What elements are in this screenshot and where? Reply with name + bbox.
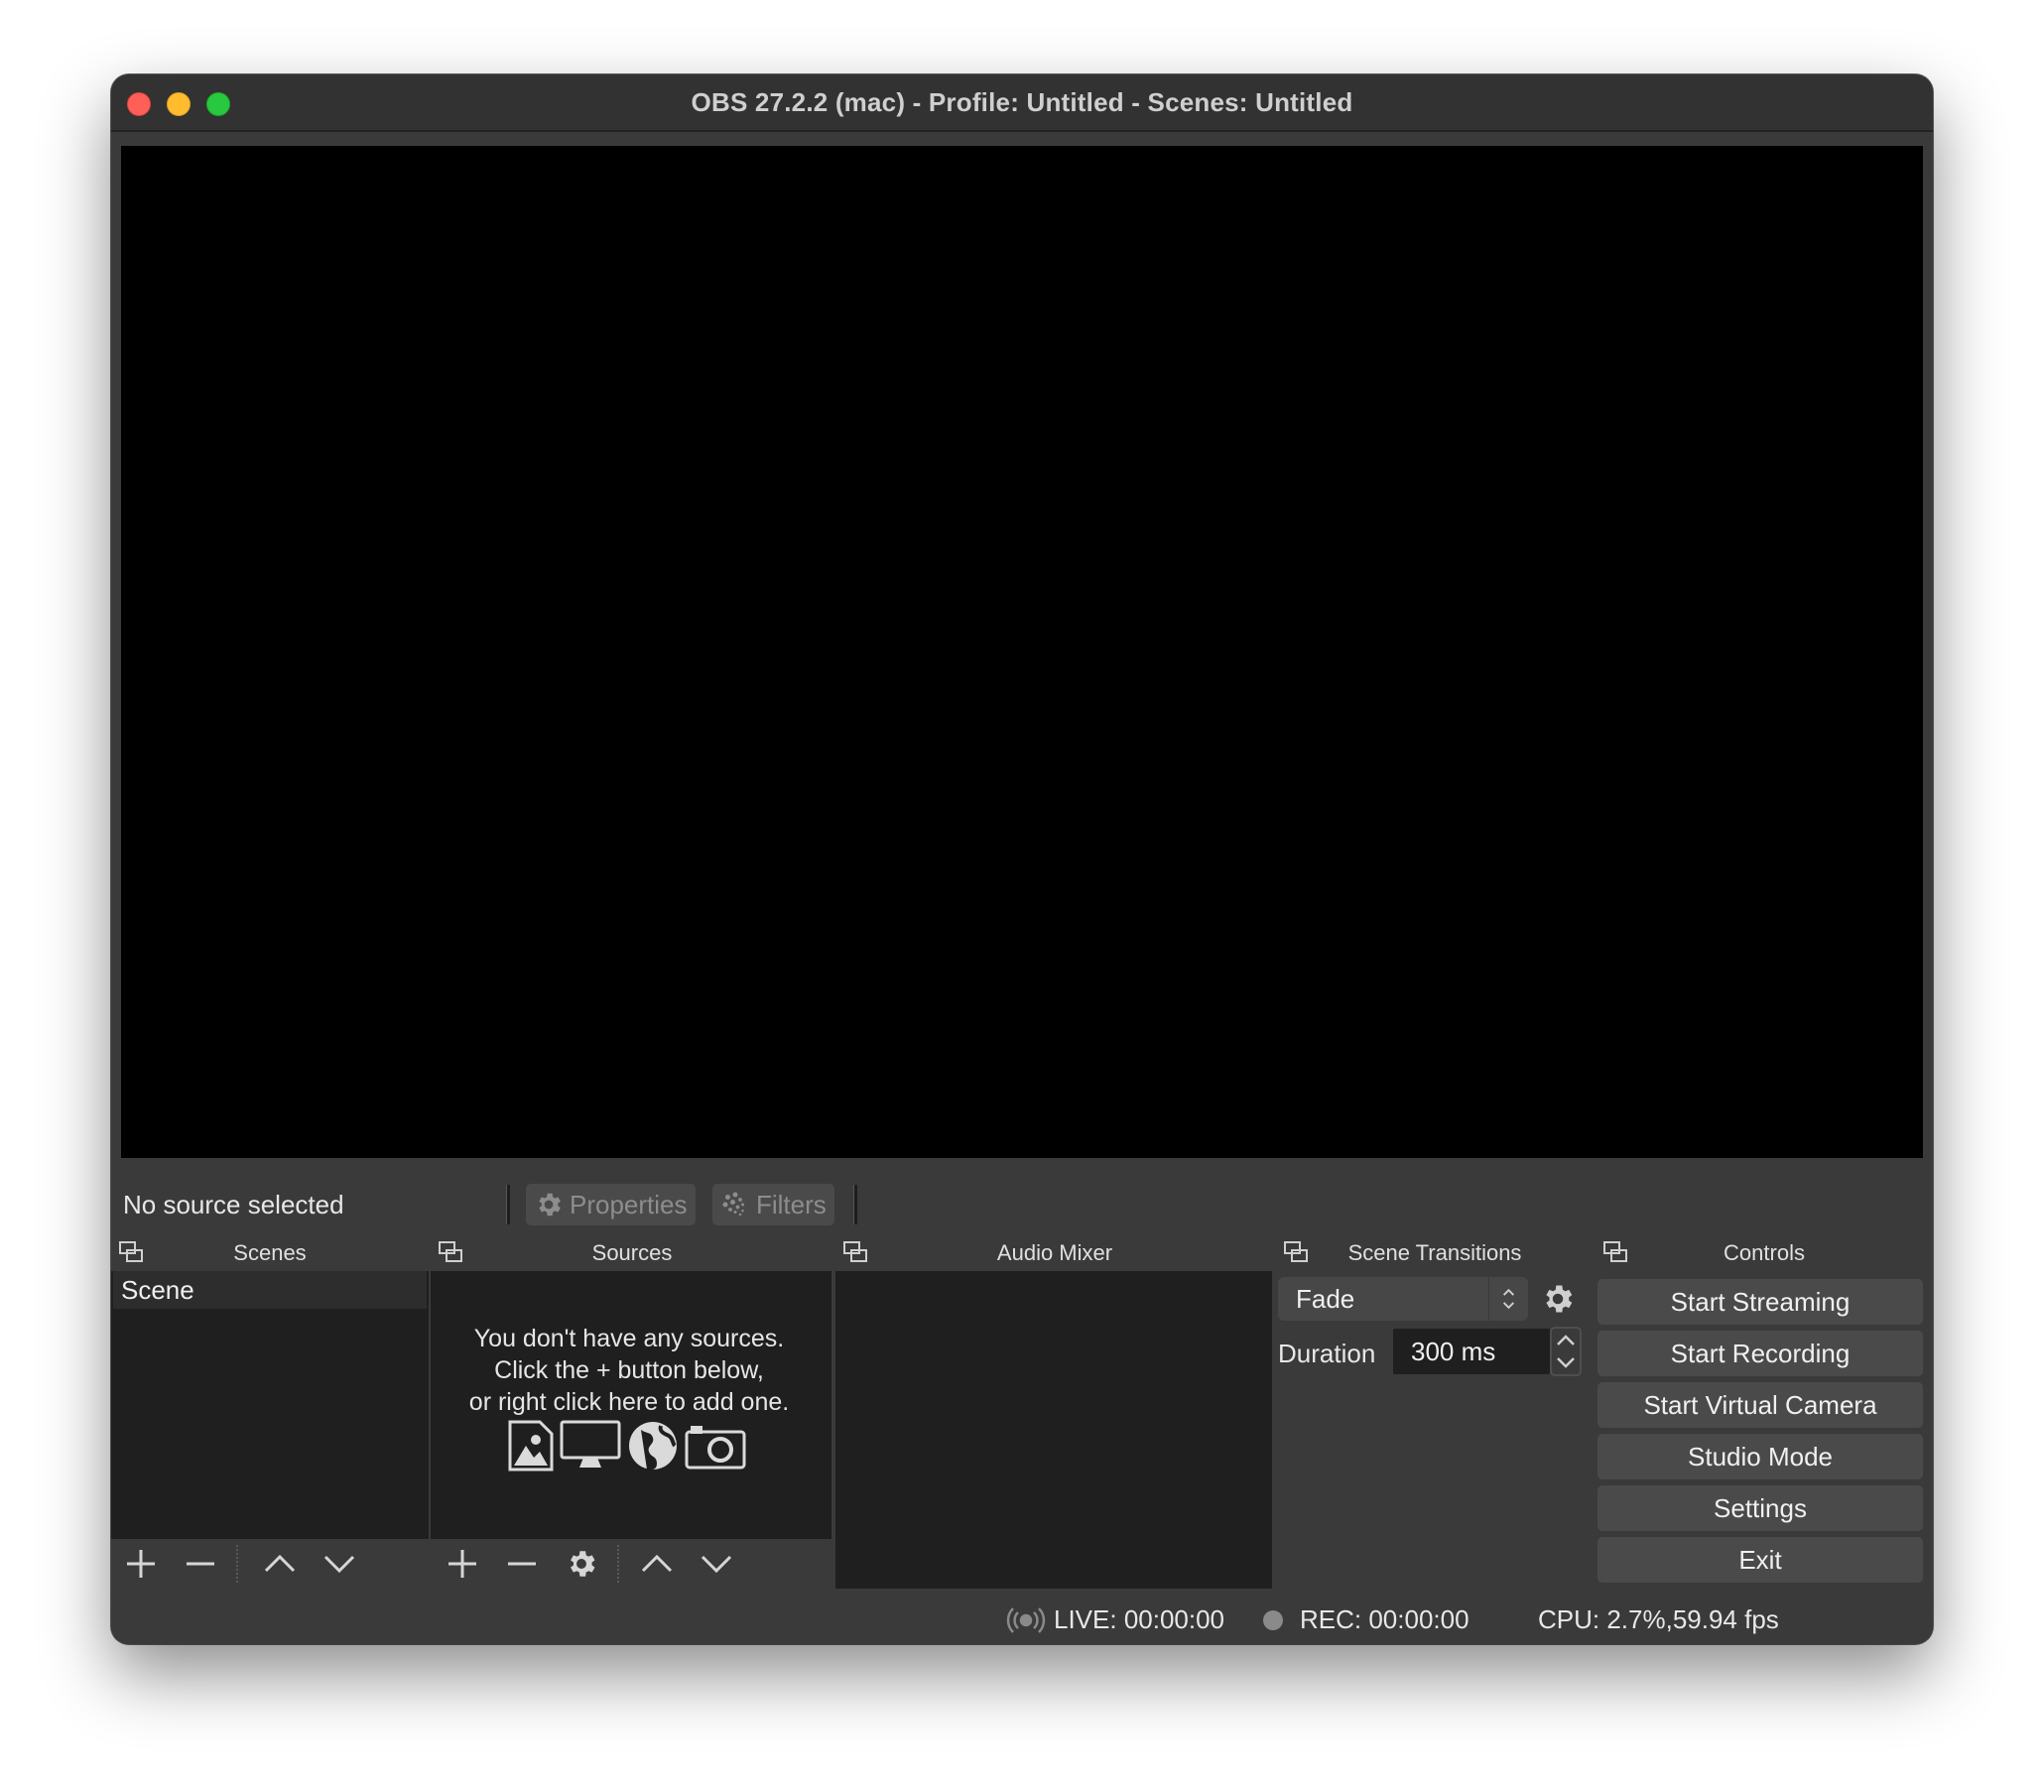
remove-source-button[interactable] (502, 1544, 542, 1584)
preview-canvas[interactable] (121, 146, 1923, 1158)
scenes-list[interactable]: Scene (111, 1271, 429, 1539)
broadcast-icon (1006, 1606, 1046, 1633)
add-source-button[interactable] (443, 1544, 482, 1584)
undock-icon[interactable] (1601, 1239, 1629, 1265)
duration-input[interactable]: 300 ms (1393, 1329, 1550, 1374)
remove-scene-button[interactable] (181, 1544, 220, 1584)
close-window-button[interactable] (127, 92, 151, 116)
add-icon (448, 1550, 476, 1578)
toolbar-divider (617, 1545, 619, 1583)
sources-title: Sources (591, 1240, 673, 1265)
globe-icon (629, 1422, 677, 1471)
undock-icon[interactable] (117, 1239, 145, 1265)
scenes-title: Scenes (233, 1240, 307, 1265)
studio-mode-button[interactable]: Studio Mode (1597, 1434, 1923, 1479)
add-scene-button[interactable] (121, 1544, 161, 1584)
transition-select[interactable]: Fade (1278, 1277, 1528, 1321)
undock-icon[interactable] (437, 1239, 464, 1265)
filters-button[interactable]: Filters (712, 1184, 834, 1225)
duration-stepper[interactable] (1550, 1327, 1582, 1376)
live-time: LIVE: 00:00:00 (1054, 1604, 1225, 1634)
select-arrows-icon (1488, 1277, 1515, 1321)
controls-title: Controls (1724, 1240, 1805, 1265)
scene-transitions-title: Scene Transitions (1347, 1240, 1522, 1265)
audio-mixer-dock-header: Audio Mixer (835, 1235, 1274, 1271)
properties-label: Properties (570, 1189, 688, 1219)
undock-icon[interactable] (1282, 1239, 1310, 1265)
scenes-toolbar (111, 1539, 429, 1589)
scenes-dock-header: Scenes (111, 1235, 429, 1271)
window-title: OBS 27.2.2 (mac) - Profile: Untitled - S… (691, 86, 1353, 117)
settings-button[interactable]: Settings (1597, 1485, 1923, 1531)
rec-time: REC: 00:00:00 (1300, 1604, 1469, 1634)
cpu-status: CPU: 2.7%,59.94 fps (1538, 1604, 1779, 1635)
undock-icon[interactable] (841, 1239, 869, 1265)
add-icon (127, 1550, 155, 1578)
audio-mixer-title: Audio Mixer (996, 1240, 1113, 1265)
scene-transitions-dock-header: Scene Transitions (1276, 1235, 1594, 1271)
status-bar: LIVE: 00:00:00 REC: 00:00:00 CPU: 2.7%,5… (111, 1593, 1933, 1644)
sources-toolbar (431, 1539, 831, 1589)
move-source-down-button[interactable] (697, 1544, 736, 1584)
cpu-fps: CPU: 2.7%,59.94 fps (1538, 1604, 1779, 1634)
camera-icon (685, 1426, 746, 1470)
context-bar: No source selected Properties Filters (111, 1174, 1933, 1235)
exit-button[interactable]: Exit (1597, 1537, 1923, 1583)
move-down-icon (323, 1555, 355, 1574)
live-status: LIVE: 00:00:00 (1006, 1604, 1224, 1635)
source-properties-button[interactable] (562, 1544, 601, 1584)
maximize-window-button[interactable] (206, 92, 230, 116)
controls-dock-header: Controls (1596, 1235, 1933, 1271)
start-virtual-camera-button[interactable]: Start Virtual Camera (1597, 1382, 1923, 1428)
properties-button[interactable]: Properties (526, 1184, 696, 1225)
start-streaming-button[interactable]: Start Streaming (1597, 1279, 1923, 1325)
move-scene-up-button[interactable] (260, 1544, 300, 1584)
sources-list[interactable]: You don't have any sources. Click the + … (431, 1271, 831, 1539)
source-type-icons (508, 1420, 746, 1472)
scene-list-item[interactable]: Scene (113, 1271, 427, 1309)
gear-icon (1546, 1285, 1573, 1313)
empty-message-line: You don't have any sources. (473, 1325, 785, 1352)
move-down-icon (701, 1555, 732, 1574)
sources-dock-header: Sources (431, 1235, 833, 1271)
image-icon (508, 1420, 554, 1472)
transition-value: Fade (1296, 1283, 1355, 1314)
transition-properties-button[interactable] (1536, 1277, 1580, 1321)
remove-icon (508, 1562, 536, 1566)
obs-window: OBS 27.2.2 (mac) - Profile: Untitled - S… (111, 74, 1933, 1644)
start-recording-button[interactable]: Start Recording (1597, 1331, 1923, 1376)
duration-label: Duration (1278, 1338, 1376, 1368)
toolbar-divider (236, 1545, 238, 1583)
move-source-up-button[interactable] (637, 1544, 677, 1584)
move-up-icon (641, 1554, 673, 1573)
sources-empty-message: You don't have any sources. Click the + … (431, 1323, 828, 1418)
move-up-icon (264, 1554, 296, 1573)
gear-icon (539, 1193, 561, 1216)
empty-message-line: Click the + button below, (494, 1356, 764, 1384)
display-icon (560, 1420, 621, 1468)
move-scene-down-button[interactable] (319, 1544, 359, 1584)
minimize-window-button[interactable] (167, 92, 191, 116)
filter-icon (722, 1192, 744, 1216)
gear-icon (571, 1551, 595, 1577)
rec-status: REC: 00:00:00 (1262, 1604, 1469, 1635)
title-bar[interactable]: OBS 27.2.2 (mac) - Profile: Untitled - S… (111, 74, 1933, 132)
record-dot-icon (1263, 1609, 1283, 1630)
filters-label: Filters (756, 1189, 827, 1219)
empty-message-line: or right click here to add one. (468, 1388, 790, 1416)
selected-source-label: No source selected (123, 1189, 344, 1219)
context-divider (506, 1185, 510, 1224)
window-controls (127, 92, 230, 116)
audio-mixer-panel[interactable] (835, 1271, 1272, 1589)
context-divider (853, 1185, 857, 1224)
remove-icon (187, 1562, 214, 1566)
